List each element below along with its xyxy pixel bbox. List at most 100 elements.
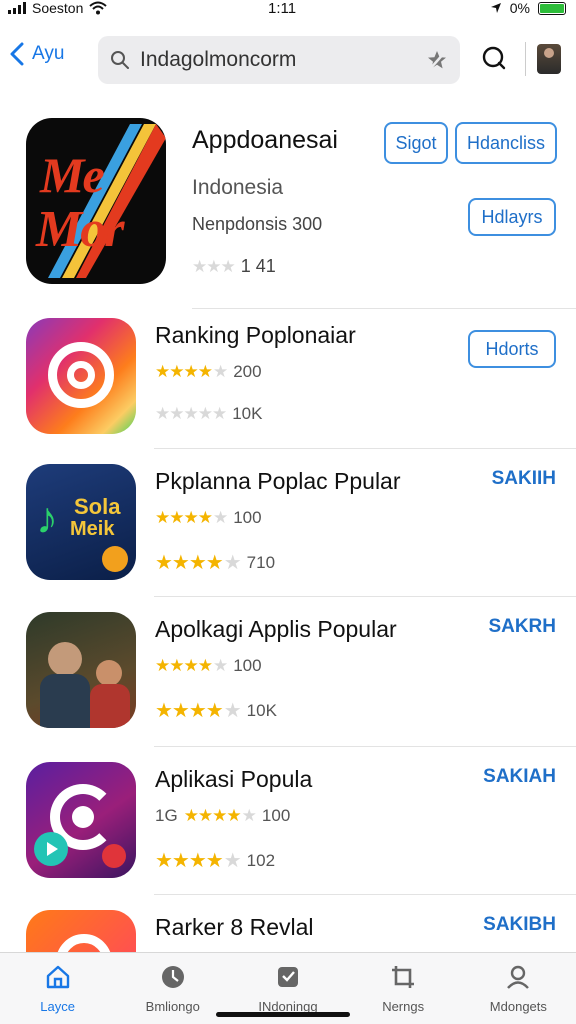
tab-label: Bmliongo: [145, 999, 200, 1014]
search-icon: [111, 51, 129, 69]
row-divider: [154, 448, 576, 449]
player-app-icon[interactable]: [26, 762, 136, 878]
rating-stars-icon: ★★★★★: [155, 362, 228, 381]
rating-stars-icon: ★★★★★: [155, 404, 227, 423]
list-item[interactable]: Aplikasi Popula 1G ★★★★ ★ 100 ★★★★ ★ 102 SAKI…: [0, 754, 576, 902]
app-title[interactable]: Pkplanna Poplac Ppular: [155, 468, 401, 495]
play-icon: [34, 832, 68, 866]
row-divider: [154, 894, 576, 895]
app-title[interactable]: Apolkagi Applis Popular: [155, 616, 397, 643]
rating-stars-icon: ★★★★★: [183, 806, 257, 825]
download-count: 10K: [246, 700, 277, 720]
row-divider: [154, 596, 576, 597]
rating-stars-icon: ★★★★★: [155, 552, 242, 574]
back-label: Ayu: [32, 43, 65, 64]
sign-button[interactable]: Sigot: [384, 122, 448, 164]
home-indicator: [216, 1012, 350, 1017]
featured-app-icon[interactable]: Me Mor: [26, 118, 166, 284]
movie-app-icon[interactable]: [26, 612, 136, 728]
rating-stars-icon: ★★★★★: [155, 508, 228, 527]
chevron-left-icon: [10, 42, 24, 66]
price-button[interactable]: SAKIIH: [492, 468, 556, 490]
crop-icon: [392, 966, 415, 988]
featured-app-subtitle: Indonesia: [192, 176, 284, 199]
rating-row: ★★★★ ★ 100: [155, 508, 262, 528]
signal-icon: [8, 2, 26, 14]
tab-home[interactable]: Layce: [0, 953, 115, 1024]
apps-icon: [277, 967, 298, 987]
clock: 1:11: [268, 0, 297, 17]
get-button[interactable]: Hdorts: [468, 330, 556, 368]
badge-icon: [102, 546, 128, 572]
battery-icon: [538, 1, 566, 15]
tab-label: Mdongets: [489, 999, 547, 1014]
details-button[interactable]: Hdlayrs: [468, 198, 556, 236]
download-row: ★★★★★ 10K: [155, 404, 262, 424]
rating-count: 100: [233, 508, 262, 527]
price-button[interactable]: SAKRH: [488, 616, 556, 638]
featured-app[interactable]: Me Mor Appdoanesai Indonesia Nenpdonsis …: [0, 110, 576, 310]
app-icon[interactable]: [26, 910, 136, 952]
tab-history[interactable]: Bmliongo: [115, 953, 230, 1024]
rating-stars-icon: ★★★: [192, 256, 236, 276]
music-app-icon[interactable]: ♪ Sola Meik: [26, 464, 136, 580]
location-arrow-icon: [490, 3, 501, 13]
star-clear-icon[interactable]: [426, 49, 448, 71]
carrier-label: Soeston: [32, 0, 84, 16]
rating-count: 200: [233, 362, 262, 381]
home-icon: [46, 965, 69, 989]
rating-count: 100: [233, 656, 262, 675]
search-bar[interactable]: [98, 36, 460, 84]
rating-stars-icon: ★★★★★: [155, 850, 242, 872]
profile-icon: [507, 965, 530, 989]
rating-count: 1 41: [240, 256, 276, 276]
tab-label: Layce: [40, 999, 75, 1014]
download-row: ★★★★ ★ 102: [155, 848, 275, 873]
rating-row: 1G ★★★★ ★ 100: [155, 806, 290, 826]
icon-label: Sola: [74, 494, 121, 519]
rating-stars-icon: ★★★★★: [155, 656, 228, 675]
clock-icon: [161, 966, 184, 988]
download-row: ★★★★★10K: [155, 698, 277, 723]
featured-app-meta: Nenpdonsis 300: [192, 214, 323, 234]
list-item[interactable]: Ranking Poplonaiar ★★★★ ★ 200 ★★★★★ 10K Hdo…: [0, 310, 576, 458]
search-input[interactable]: [140, 48, 410, 72]
download-count: 10K: [232, 404, 263, 423]
price-button[interactable]: SAKIAH: [483, 766, 556, 788]
download-count: 710: [246, 552, 276, 572]
row-divider: [192, 308, 576, 309]
nav-bar: Ayu: [0, 32, 576, 86]
wifi-icon: [89, 1, 108, 15]
avatar[interactable]: [537, 44, 561, 74]
nav-divider: [525, 42, 526, 76]
featured-rating: ★★★ 1 41: [192, 256, 276, 277]
download-button[interactable]: Hdancliss: [455, 122, 557, 164]
tab-crop[interactable]: Nerngs: [346, 953, 461, 1024]
icon-label: Meik: [70, 518, 115, 540]
rating-count: 100: [261, 806, 291, 825]
status-bar: Soeston 1:11 0%: [0, 0, 576, 22]
app-title[interactable]: Aplikasi Popula: [155, 766, 312, 793]
featured-app-title[interactable]: Appdoanesai: [192, 126, 338, 155]
rating-prefix: 1G: [155, 806, 178, 825]
battery-percent: 0%: [509, 0, 530, 16]
featured-icon-text-2: Mor: [36, 201, 124, 258]
download-row: ★★★★ ★ 710: [155, 550, 275, 575]
row-divider: [154, 746, 576, 747]
music-note-icon: ♪: [36, 494, 58, 543]
app-title[interactable]: Rarker 8 Revlal: [155, 914, 314, 941]
list-item[interactable]: ♪ Sola Meik Pkplanna Poplac Ppular ★★★★ ★…: [0, 456, 576, 604]
camera-app-icon[interactable]: [26, 318, 136, 434]
download-count: 102: [246, 850, 276, 870]
rating-stars-icon: ★★★★★: [155, 700, 242, 722]
tab-profile[interactable]: Mdongets: [461, 953, 576, 1024]
back-button[interactable]: Ayu: [10, 42, 64, 66]
price-button[interactable]: SAKIBH: [483, 914, 556, 936]
notification-bell-icon[interactable]: [480, 44, 508, 72]
rating-row: ★★★★ ★ 100: [155, 656, 262, 676]
tab-label: Nerngs: [382, 999, 425, 1014]
rating-row: ★★★★ ★ 200: [155, 362, 262, 382]
list-item[interactable]: Rarker 8 Revlal SAKIBH: [0, 902, 576, 952]
list-item[interactable]: Apolkagi Applis Popular ★★★★ ★ 100 ★★★★ ★ 10…: [0, 604, 576, 752]
app-title[interactable]: Ranking Poplonaiar: [155, 322, 356, 349]
